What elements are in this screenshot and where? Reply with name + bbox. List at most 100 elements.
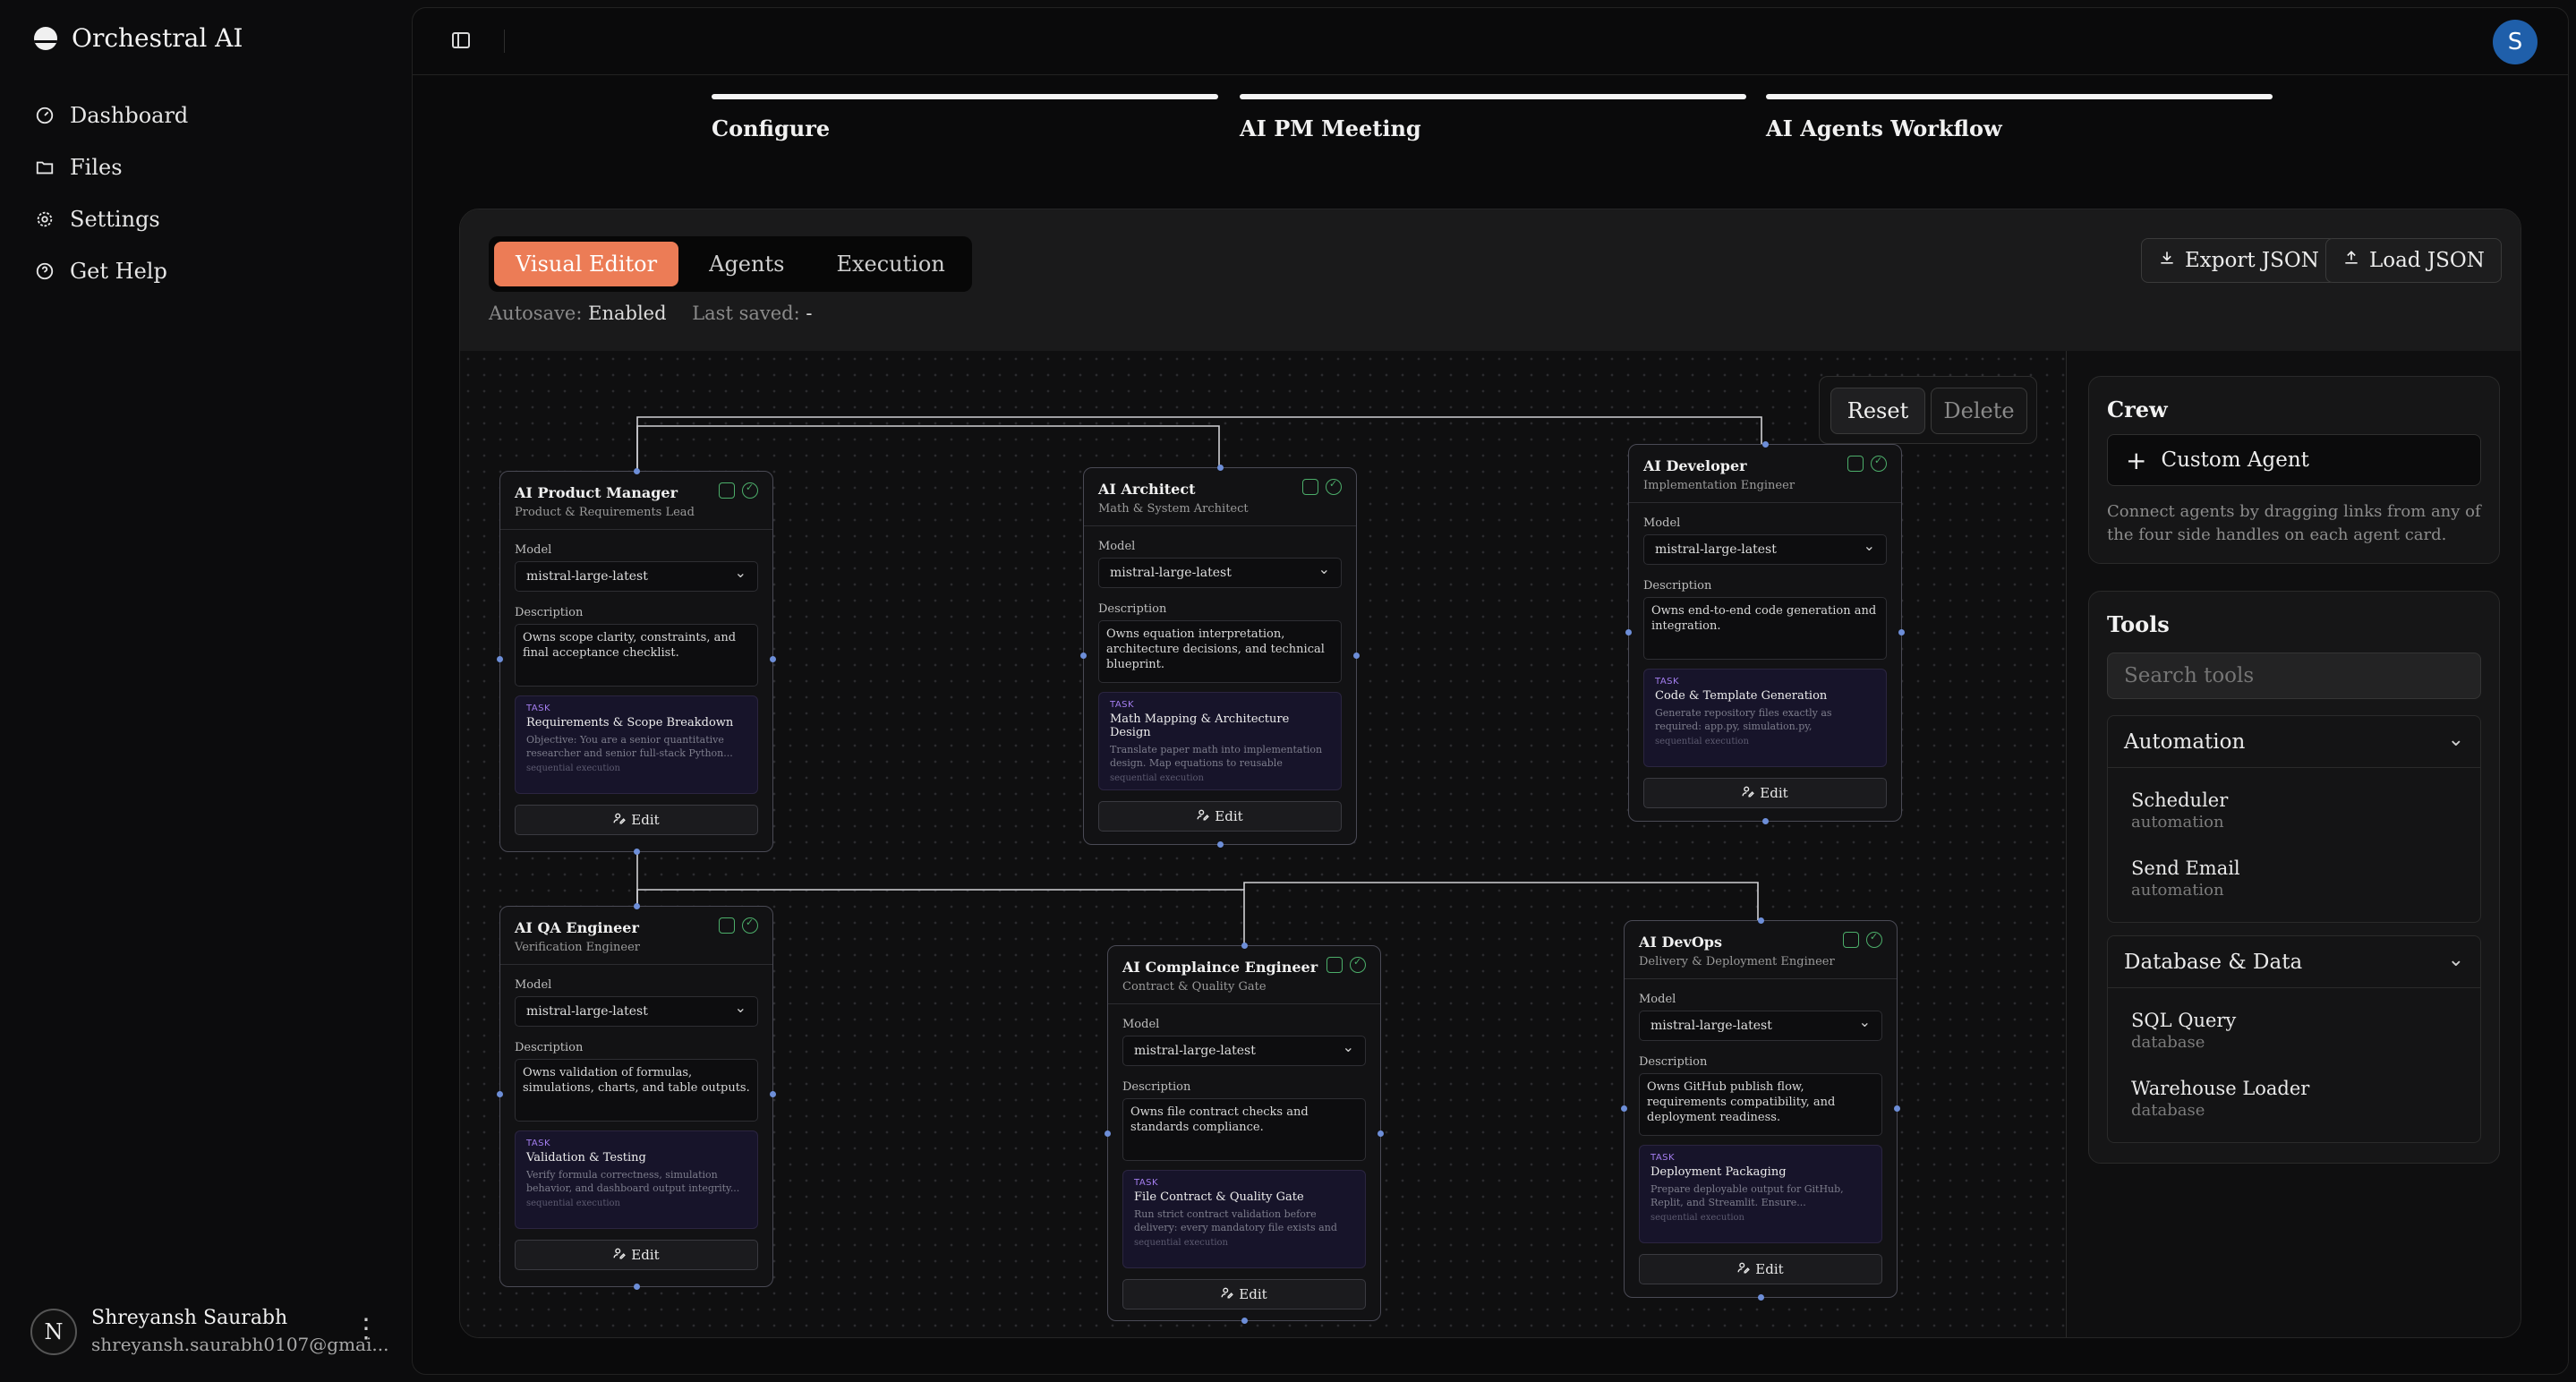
connection-handle[interactable] xyxy=(770,656,776,662)
load-json-button[interactable]: Load JSON xyxy=(2325,238,2502,283)
connection-handle[interactable] xyxy=(1241,943,1248,949)
task-tag: TASK xyxy=(526,704,551,713)
model-label: Model xyxy=(1643,516,1681,530)
task-card[interactable]: TASK Requirements & Scope Breakdown Obje… xyxy=(515,695,758,794)
connection-handle[interactable] xyxy=(1762,441,1769,448)
connection-handle[interactable] xyxy=(1378,1130,1384,1137)
editor-tabs: Visual Editor Agents Execution xyxy=(489,236,972,292)
tool-group-header[interactable]: Automation ⌄ xyxy=(2108,716,2480,768)
connection-handle[interactable] xyxy=(1241,1318,1248,1324)
tool-item-sql-query[interactable]: SQL Query database xyxy=(2131,1010,2236,1052)
edit-agent-button[interactable]: Edit xyxy=(1639,1254,1882,1284)
connection-handle[interactable] xyxy=(1762,818,1769,824)
agent-title: AI Developer xyxy=(1643,457,1747,474)
tab-visual-editor[interactable]: Visual Editor xyxy=(494,242,679,286)
model-select[interactable]: mistral-large-latest xyxy=(1098,558,1342,588)
task-card[interactable]: TASK Validation & Testing Verify formula… xyxy=(515,1130,758,1229)
reset-button[interactable]: Reset xyxy=(1830,388,1925,434)
model-select[interactable]: mistral-large-latest xyxy=(1639,1011,1882,1041)
sidebar-item-dashboard[interactable]: Dashboard xyxy=(34,90,188,141)
tool-item-scheduler[interactable]: Scheduler automation xyxy=(2131,789,2228,832)
step-progress-bar xyxy=(1240,94,1746,99)
last-saved-label: Last saved: xyxy=(692,303,800,324)
step-ai-pm-meeting[interactable]: AI PM Meeting xyxy=(1240,94,1746,141)
connection-handle[interactable] xyxy=(634,468,640,474)
task-mode: sequential execution xyxy=(1655,737,1749,746)
model-select[interactable]: mistral-large-latest xyxy=(1122,1036,1366,1066)
edit-agent-button[interactable]: Edit xyxy=(1643,778,1887,808)
export-json-label: Export JSON xyxy=(2185,249,2319,272)
delete-button[interactable]: Delete xyxy=(1931,388,2027,434)
connection-handle[interactable] xyxy=(634,903,640,909)
step-configure[interactable]: Configure xyxy=(712,94,1218,141)
step-ai-agents-workflow[interactable]: AI Agents Workflow xyxy=(1766,94,2273,141)
agent-card[interactable]: AI Product Manager Product & Requirement… xyxy=(497,468,776,855)
add-custom-agent-button[interactable]: + Custom Agent xyxy=(2107,434,2481,486)
description-field[interactable]: Owns file contract checks and standards … xyxy=(1122,1098,1366,1161)
brand[interactable]: Orchestral AI xyxy=(34,23,243,53)
search-tools-input[interactable] xyxy=(2107,653,2481,699)
connection-handle[interactable] xyxy=(634,1284,640,1290)
task-objective: Translate paper math into implementation… xyxy=(1110,744,1323,769)
user-edit-icon xyxy=(613,1247,627,1263)
connection-handle[interactable] xyxy=(634,849,640,855)
agent-card[interactable]: AI QA Engineer Verification Engineer Mod… xyxy=(497,903,776,1290)
sidebar-item-files[interactable]: Files xyxy=(34,141,188,193)
connection-handle[interactable] xyxy=(1353,653,1360,659)
sidebar-item-label: Dashboard xyxy=(70,103,189,128)
connection-handle[interactable] xyxy=(1217,465,1224,471)
orchestral-logo-icon xyxy=(34,26,57,50)
task-title: File Contract & Quality Gate xyxy=(1134,1190,1304,1204)
description-field[interactable]: Owns end-to-end code generation and inte… xyxy=(1643,597,1887,660)
connection-handle[interactable] xyxy=(497,656,503,662)
agent-title: AI DevOps xyxy=(1639,934,1722,951)
autosave-value: Enabled xyxy=(588,303,667,324)
tool-item-warehouse-loader[interactable]: Warehouse Loader database xyxy=(2131,1078,2309,1120)
description-field[interactable]: Owns equation interpretation, architectu… xyxy=(1098,620,1342,683)
sidebar-toggle-icon[interactable] xyxy=(450,30,472,51)
connection-handle[interactable] xyxy=(1625,629,1632,636)
edit-agent-button[interactable]: Edit xyxy=(515,805,758,835)
task-card[interactable]: TASK Math Mapping & Architecture Design … xyxy=(1098,692,1342,790)
agent-card[interactable]: AI Complaince Engineer Contract & Qualit… xyxy=(1105,943,1384,1324)
edit-agent-button[interactable]: Edit xyxy=(1122,1279,1366,1309)
workflow-canvas[interactable]: Reset Delete AI Product Manager Product … xyxy=(460,351,2066,1337)
tool-item-send-email[interactable]: Send Email automation xyxy=(2131,857,2240,900)
connection-handle[interactable] xyxy=(1758,1294,1764,1301)
model-select[interactable]: mistral-large-latest xyxy=(515,996,758,1027)
task-title: Requirements & Scope Breakdown xyxy=(526,716,734,729)
edit-agent-button[interactable]: Edit xyxy=(515,1240,758,1270)
connection-handle[interactable] xyxy=(497,1091,503,1097)
agent-card[interactable]: AI Architect Math & System Architect Mod… xyxy=(1080,465,1360,848)
user-profile[interactable]: N Shreyansh Saurabh shreyansh.saurabh010… xyxy=(30,1303,388,1361)
model-select[interactable]: mistral-large-latest xyxy=(515,561,758,592)
connection-handle[interactable] xyxy=(1217,841,1224,848)
sidebar-item-settings[interactable]: Settings xyxy=(34,193,188,245)
model-select[interactable]: mistral-large-latest xyxy=(1643,534,1887,565)
connection-handle[interactable] xyxy=(1080,653,1087,659)
tab-execution[interactable]: Execution xyxy=(815,242,966,286)
description-field[interactable]: Owns validation of formulas, simulations… xyxy=(515,1059,758,1122)
connection-handle[interactable] xyxy=(1621,1105,1627,1112)
connection-handle[interactable] xyxy=(1758,917,1764,924)
task-card[interactable]: TASK Deployment Packaging Prepare deploy… xyxy=(1639,1145,1882,1243)
task-card[interactable]: TASK File Contract & Quality Gate Run st… xyxy=(1122,1170,1366,1268)
description-field[interactable]: Owns scope clarity, constraints, and fin… xyxy=(515,624,758,687)
account-avatar[interactable]: S xyxy=(2493,20,2538,64)
tool-group-header[interactable]: Database & Data ⌄ xyxy=(2108,936,2480,988)
tab-agents[interactable]: Agents xyxy=(687,242,806,286)
connection-handle[interactable] xyxy=(770,1091,776,1097)
connection-handle[interactable] xyxy=(1898,629,1905,636)
task-card[interactable]: TASK Code & Template Generation Generate… xyxy=(1643,669,1887,767)
tool-group-name: Automation xyxy=(2124,729,2246,754)
more-options-icon[interactable]: ⋮ xyxy=(353,1316,380,1343)
last-saved-value: - xyxy=(806,303,813,324)
agent-card[interactable]: AI Developer Implementation Engineer Mod… xyxy=(1625,441,1905,824)
edit-agent-button[interactable]: Edit xyxy=(1098,801,1342,832)
sidebar-item-get-help[interactable]: Get Help xyxy=(34,245,188,297)
description-field[interactable]: Owns GitHub publish flow, requirements c… xyxy=(1639,1073,1882,1136)
agent-card[interactable]: AI DevOps Delivery & Deployment Engineer… xyxy=(1621,917,1900,1301)
connection-handle[interactable] xyxy=(1105,1130,1111,1137)
connection-handle[interactable] xyxy=(1894,1105,1900,1112)
export-json-button[interactable]: Export JSON xyxy=(2141,238,2336,283)
